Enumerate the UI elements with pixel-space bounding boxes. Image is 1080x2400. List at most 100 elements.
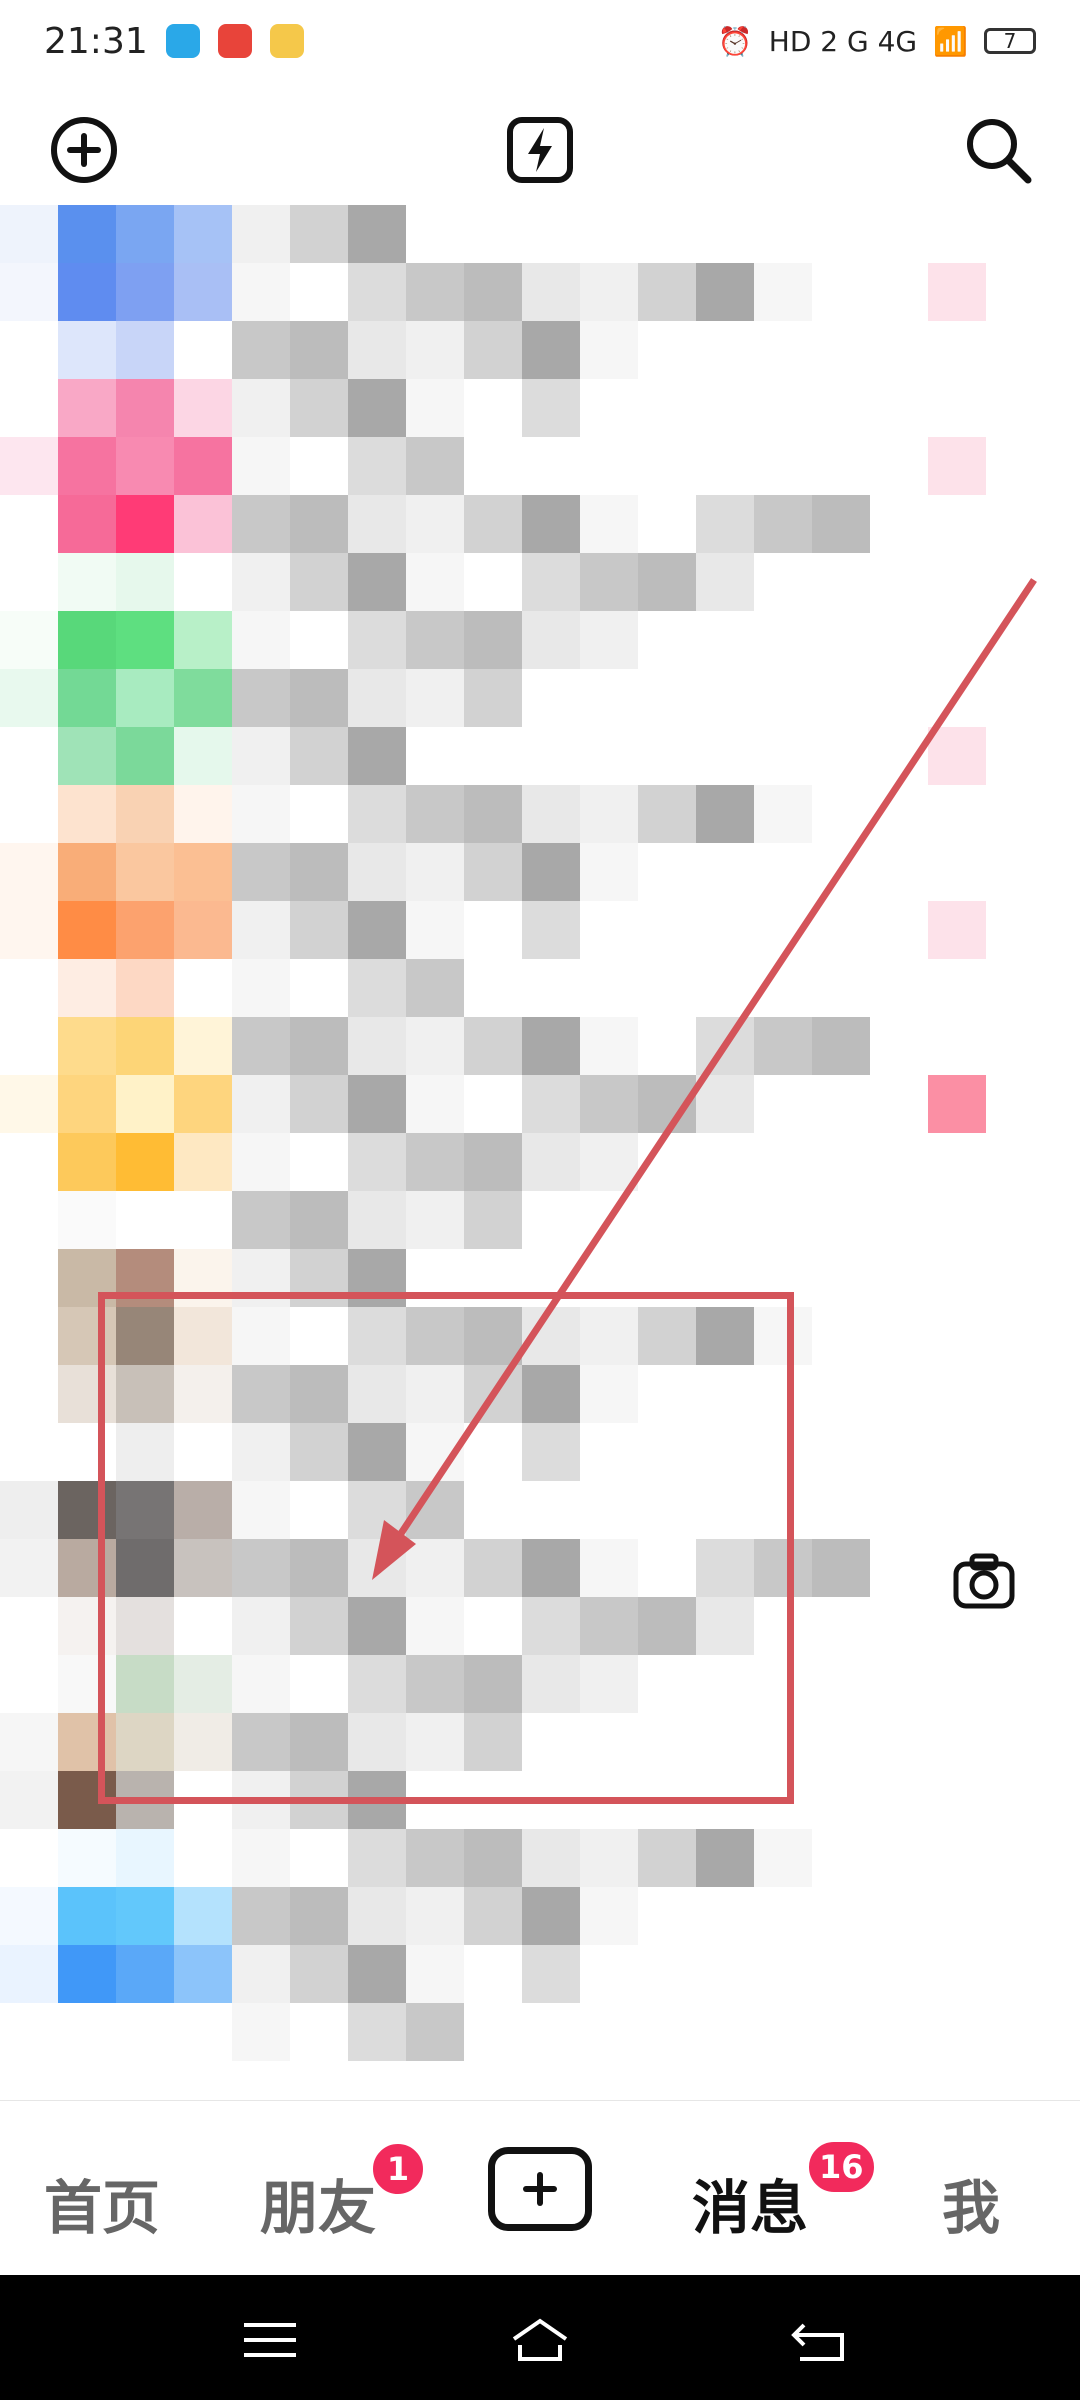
mosaic-cell — [522, 2003, 580, 2061]
mosaic-cell — [928, 263, 986, 321]
mosaic-cell — [986, 785, 1044, 843]
mosaic-cell — [580, 785, 638, 843]
mosaic-cell — [928, 1655, 986, 1713]
mosaic-cell — [812, 669, 870, 727]
mosaic-cell — [348, 959, 406, 1017]
mosaic-cell — [232, 1191, 290, 1249]
mosaic-cell — [812, 901, 870, 959]
mosaic-cell — [522, 959, 580, 1017]
mosaic-cell — [232, 901, 290, 959]
lightning-icon[interactable] — [500, 110, 580, 190]
tab-friends[interactable]: 朋友 — [260, 2161, 376, 2245]
mosaic-cell — [464, 611, 522, 669]
top-bar — [0, 100, 1080, 200]
tab-home[interactable]: 首页 — [44, 2161, 160, 2245]
mosaic-cell — [116, 1133, 174, 1191]
mosaic-cell — [348, 1017, 406, 1075]
mosaic-cell — [696, 901, 754, 959]
mosaic-cell — [464, 437, 522, 495]
mosaic-cell — [696, 437, 754, 495]
mosaic-cell — [986, 1075, 1044, 1133]
mosaic-cell — [986, 321, 1044, 379]
tab-messages-label: 消息 — [692, 2174, 809, 2242]
mosaic-cell — [348, 785, 406, 843]
mosaic-cell — [0, 1191, 58, 1249]
mosaic-cell — [870, 1945, 928, 2003]
menu-icon[interactable] — [240, 2315, 300, 2365]
mosaic-cell — [928, 611, 986, 669]
mosaic-cell — [754, 611, 812, 669]
mosaic-cell — [986, 379, 1044, 437]
mosaic-cell — [754, 1191, 812, 1249]
mosaic-cell — [754, 901, 812, 959]
mosaic-cell — [174, 1829, 232, 1887]
friends-badge: 1 — [370, 2141, 426, 2197]
mosaic-cell — [232, 959, 290, 1017]
mosaic-cell — [0, 611, 58, 669]
plus-circle-icon[interactable] — [44, 110, 124, 190]
mosaic-cell — [290, 2003, 348, 2061]
mosaic-cell — [464, 959, 522, 1017]
mosaic-cell — [870, 1191, 928, 1249]
mosaic-cell — [348, 321, 406, 379]
back-icon[interactable] — [790, 2315, 850, 2365]
mosaic-cell — [464, 1829, 522, 1887]
mosaic-cell — [580, 2003, 638, 2061]
mosaic-cell — [522, 1133, 580, 1191]
mosaic-cell — [58, 901, 116, 959]
mosaic-cell — [696, 669, 754, 727]
mosaic-cell — [464, 205, 522, 263]
mosaic-cell — [116, 1945, 174, 2003]
mosaic-cell — [754, 1829, 812, 1887]
tab-me[interactable]: 我 — [942, 2161, 1000, 2245]
mosaic-cell — [406, 1829, 464, 1887]
mosaic-cell — [406, 1133, 464, 1191]
mosaic-cell — [174, 785, 232, 843]
mosaic-cell — [0, 1655, 58, 1713]
mosaic-cell — [0, 1829, 58, 1887]
mosaic-cell — [928, 1945, 986, 2003]
mosaic-cell — [464, 2003, 522, 2061]
mosaic-cell — [406, 379, 464, 437]
mosaic-cell — [58, 205, 116, 263]
mosaic-cell — [58, 1191, 116, 1249]
mosaic-cell — [116, 785, 174, 843]
mosaic-cell — [348, 1945, 406, 2003]
mosaic-cell — [290, 727, 348, 785]
mosaic-cell — [0, 263, 58, 321]
mosaic-cell — [464, 321, 522, 379]
mosaic-cell — [0, 727, 58, 785]
create-button[interactable] — [488, 2147, 592, 2231]
mosaic-cell — [638, 437, 696, 495]
mosaic-cell — [754, 321, 812, 379]
mosaic-cell — [406, 901, 464, 959]
mosaic-cell — [290, 1945, 348, 2003]
status-bar: 21:31 ⏰ HD 2 G 4G 📶 7 — [0, 0, 1080, 82]
mosaic-cell — [0, 785, 58, 843]
mosaic-cell — [754, 2003, 812, 2061]
mosaic-cell — [116, 321, 174, 379]
mosaic-cell — [812, 1075, 870, 1133]
mosaic-cell — [174, 901, 232, 959]
mosaic-cell — [638, 611, 696, 669]
mosaic-cell — [696, 1191, 754, 1249]
mosaic-cell — [928, 1829, 986, 1887]
mosaic-cell — [638, 727, 696, 785]
mosaic-cell — [870, 1887, 928, 1945]
mosaic-cell — [754, 727, 812, 785]
camera-icon[interactable] — [948, 1546, 1020, 1618]
mosaic-cell — [174, 553, 232, 611]
mosaic-cell — [986, 901, 1044, 959]
search-icon[interactable] — [958, 110, 1038, 190]
mosaic-cell — [522, 901, 580, 959]
mosaic-cell — [58, 1887, 116, 1945]
tab-messages[interactable]: 消息 — [692, 2161, 808, 2245]
mosaic-cell — [58, 1133, 116, 1191]
mosaic-cell — [174, 2003, 232, 2061]
home-icon[interactable] — [510, 2315, 570, 2365]
mosaic-cell — [928, 1017, 986, 1075]
mosaic-cell — [812, 553, 870, 611]
mosaic-cell — [812, 321, 870, 379]
mosaic-cell — [0, 1365, 58, 1423]
mosaic-cell — [348, 263, 406, 321]
